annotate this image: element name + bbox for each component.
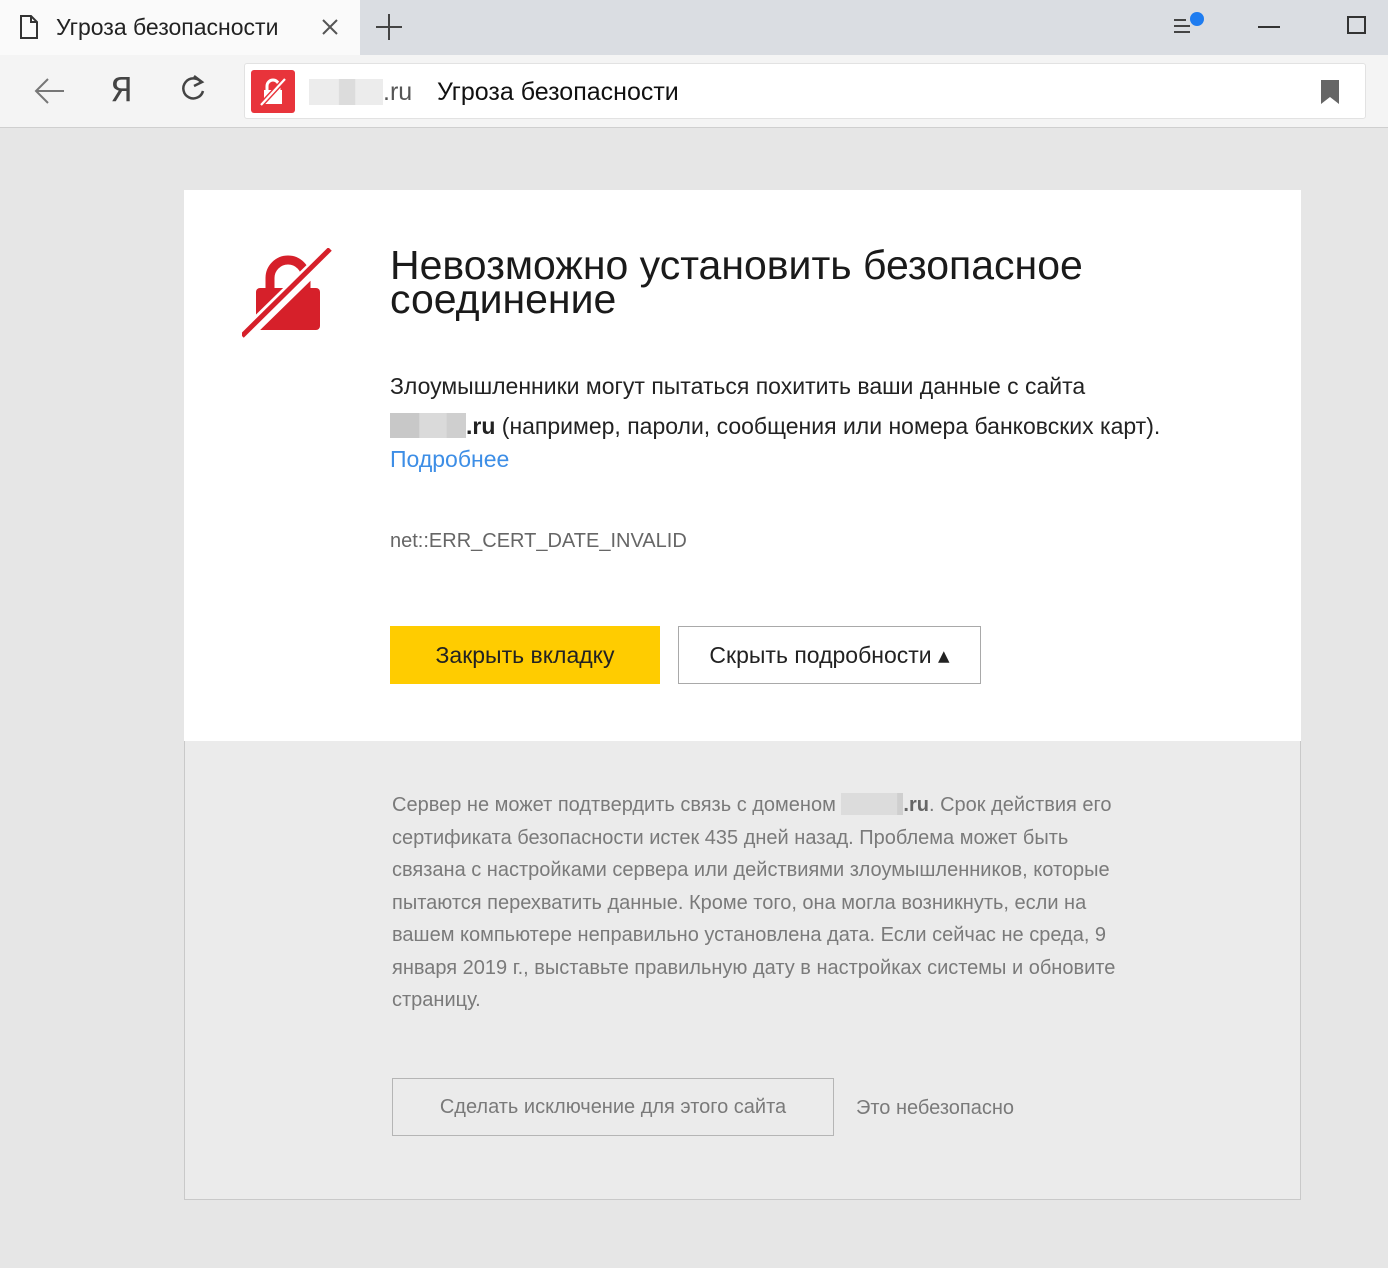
- close-tab-button[interactable]: Закрыть вкладку: [390, 626, 660, 684]
- tab-strip: Угроза безопасности: [0, 0, 1388, 55]
- error-card: Невозможно установить безопасное соедине…: [184, 190, 1301, 741]
- menu-icon[interactable]: [1172, 12, 1208, 43]
- broken-lock-icon: [237, 244, 337, 344]
- hide-details-button[interactable]: Скрыть подробности ▴: [678, 626, 981, 684]
- error-headline: Невозможно установить безопасное соедине…: [390, 245, 1250, 320]
- security-warning-badge[interactable]: [251, 70, 295, 113]
- error-code: net::ERR_CERT_DATE_INVALID: [390, 530, 687, 552]
- active-tab[interactable]: Угроза безопасности: [0, 0, 360, 55]
- desc-text-2: (например, пароли, сообщения или номера …: [495, 413, 1161, 439]
- document-icon: [19, 15, 39, 44]
- broken-lock-icon: [259, 78, 287, 106]
- more-info-link[interactable]: Подробнее: [390, 446, 509, 473]
- redacted-domain: [841, 793, 904, 815]
- reload-icon[interactable]: [178, 73, 208, 110]
- details-text-1: Сервер не может подтвердить связь с доме…: [392, 794, 842, 816]
- url-page-title: Угроза безопасности: [437, 78, 679, 106]
- url-domain-suffix: .ru: [383, 78, 413, 106]
- minimize-icon[interactable]: [1258, 26, 1280, 28]
- maximize-icon[interactable]: [1347, 16, 1366, 34]
- redacted-domain: [309, 79, 383, 105]
- redacted-domain: [390, 413, 466, 438]
- details-text-2: . Срок действия его сертификата безопасн…: [392, 794, 1116, 1011]
- details-domain: .ru: [903, 794, 929, 816]
- error-description: Злоумышленники могут пытаться похитить в…: [390, 366, 1260, 446]
- bookmark-icon[interactable]: [1319, 79, 1341, 110]
- back-arrow-icon[interactable]: [32, 75, 66, 112]
- desc-text-1: Злоумышленники могут пытаться похитить в…: [390, 373, 1086, 399]
- notification-dot-icon: [1190, 12, 1204, 26]
- headline-line-2: соединение: [390, 276, 617, 322]
- new-tab-icon[interactable]: [374, 12, 404, 47]
- unsafe-label: Это небезопасно: [856, 1097, 1015, 1119]
- add-exception-button[interactable]: Сделать исключение для этого сайта: [392, 1078, 834, 1136]
- toolbar: Я .ru Угроза безопасности: [0, 55, 1388, 128]
- tab-close-icon[interactable]: [321, 18, 339, 41]
- details-text: Сервер не может подтвердить связь с доме…: [392, 789, 1132, 1017]
- details-panel: Сервер не может подтвердить связь с доме…: [184, 741, 1301, 1200]
- yandex-button[interactable]: Я: [110, 70, 133, 109]
- address-bar[interactable]: .ru Угроза безопасности: [244, 63, 1366, 119]
- desc-domain: .ru: [466, 413, 496, 439]
- tab-title: Угроза безопасности: [56, 14, 279, 40]
